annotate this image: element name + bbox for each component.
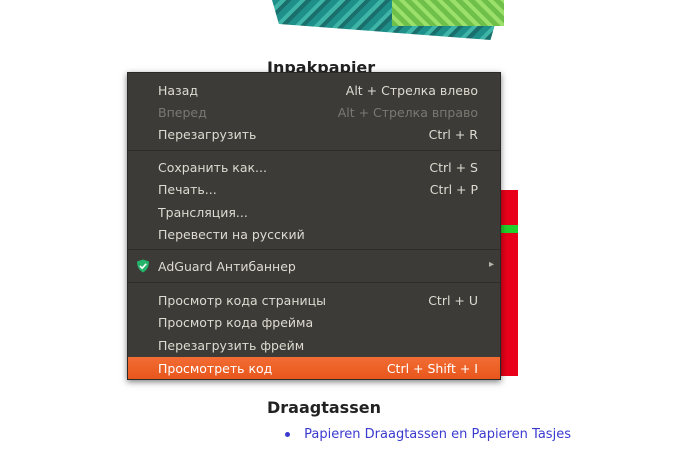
draagtassen-link[interactable]: Papieren Draagtassen en Papieren Tasjes bbox=[304, 427, 571, 442]
menu-item-label: Просмотреть код bbox=[158, 361, 273, 376]
menu-item-label: Перевести на русский bbox=[158, 227, 305, 242]
menu-item-reload-frame[interactable]: Перезагрузить фрейм bbox=[128, 334, 500, 356]
menu-item-shortcut: Ctrl + R bbox=[428, 127, 478, 142]
menu-item-label: Трансляция... bbox=[158, 205, 248, 220]
menu-item-shortcut: Ctrl + U bbox=[428, 293, 478, 308]
menu-separator bbox=[128, 150, 500, 151]
menu-item-translate[interactable]: Перевести на русский bbox=[128, 223, 500, 245]
menu-item-view-page-source[interactable]: Просмотр кода страницы Ctrl + U bbox=[128, 289, 500, 311]
bullet-icon bbox=[285, 432, 290, 437]
menu-item-adguard[interactable]: AdGuard Антибаннер ▸ bbox=[128, 255, 500, 277]
menu-item-shortcut: Alt + Стрелка влево bbox=[345, 83, 478, 98]
product-image-draagtassen[interactable] bbox=[500, 190, 518, 376]
menu-item-shortcut: Ctrl + S bbox=[429, 160, 478, 175]
menu-item-label: AdGuard Антибаннер bbox=[158, 259, 296, 274]
menu-item-reload[interactable]: Перезагрузить Ctrl + R bbox=[128, 123, 500, 145]
menu-item-cast[interactable]: Трансляция... bbox=[128, 201, 500, 223]
menu-item-label: Просмотр кода страницы bbox=[158, 293, 327, 308]
category-link-list: Papieren Draagtassen en Papieren Tasjes bbox=[285, 427, 571, 442]
menu-item-shortcut: Alt + Стрелка вправо bbox=[337, 105, 478, 120]
menu-item-label: Перезагрузить фрейм bbox=[158, 338, 305, 353]
menu-separator bbox=[128, 282, 500, 283]
menu-item-label: Печать... bbox=[158, 182, 217, 197]
menu-item-shortcut: Ctrl + Shift + I bbox=[386, 361, 478, 376]
product-image-inpakpapier-2[interactable] bbox=[392, 0, 504, 26]
chevron-right-icon: ▸ bbox=[488, 259, 494, 270]
menu-separator bbox=[128, 249, 500, 250]
menu-item-shortcut: Ctrl + P bbox=[429, 182, 478, 197]
list-item: Papieren Draagtassen en Papieren Tasjes bbox=[285, 427, 571, 442]
menu-item-back[interactable]: Назад Alt + Стрелка влево bbox=[128, 79, 500, 101]
adguard-shield-icon bbox=[137, 259, 149, 273]
image-green-band bbox=[500, 225, 518, 233]
menu-item-label: Перезагрузить bbox=[158, 127, 257, 142]
menu-item-inspect[interactable]: Просмотреть код Ctrl + Shift + I bbox=[128, 357, 500, 379]
menu-item-view-frame-source[interactable]: Просмотр кода фрейма bbox=[128, 311, 500, 333]
menu-item-save-as[interactable]: Сохранить как... Ctrl + S bbox=[128, 156, 500, 178]
menu-item-label: Назад bbox=[158, 83, 199, 98]
menu-item-label: Сохранить как... bbox=[158, 160, 267, 175]
context-menu: Назад Alt + Стрелка влево Вперед Alt + С… bbox=[127, 72, 501, 380]
menu-item-print[interactable]: Печать... Ctrl + P bbox=[128, 178, 500, 200]
menu-item-forward[interactable]: Вперед Alt + Стрелка вправо bbox=[128, 101, 500, 123]
menu-item-label: Просмотр кода фрейма bbox=[158, 315, 314, 330]
category-heading-draagtassen: Draagtassen bbox=[267, 398, 381, 417]
menu-item-label: Вперед bbox=[158, 105, 207, 120]
